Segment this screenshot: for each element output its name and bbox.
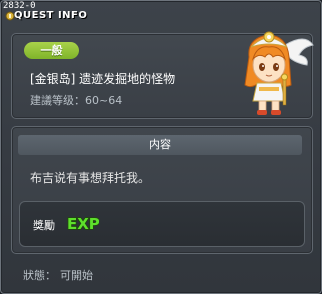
quest-info-window: 2832-0 QUEST INFO 一般 [金银岛] 遗迹发掘地的怪物 建議等级…	[0, 0, 322, 294]
quest-name: [金银岛] 遗迹发掘地的怪物	[30, 72, 176, 86]
window-title: QUEST INFO	[14, 10, 88, 21]
npc-portrait	[244, 31, 314, 115]
category-badge: 一般	[24, 42, 79, 59]
reward-label: 獎勵	[33, 219, 55, 232]
status-value: 可開始	[60, 269, 93, 282]
content-header: 内容	[18, 135, 302, 155]
title-bar[interactable]: QUEST INFO	[1, 9, 321, 23]
recommended-level: 建議等级：60~64	[30, 94, 123, 107]
reward-box	[19, 201, 305, 247]
quest-status: 狀態： 可開始	[23, 267, 93, 283]
exp-icon[interactable]: EXP	[65, 212, 99, 234]
exp-icon-text: EXP	[67, 215, 99, 233]
status-label: 狀態：	[23, 269, 56, 282]
quest-description: 布吉说有事想拜托我。	[30, 171, 151, 185]
